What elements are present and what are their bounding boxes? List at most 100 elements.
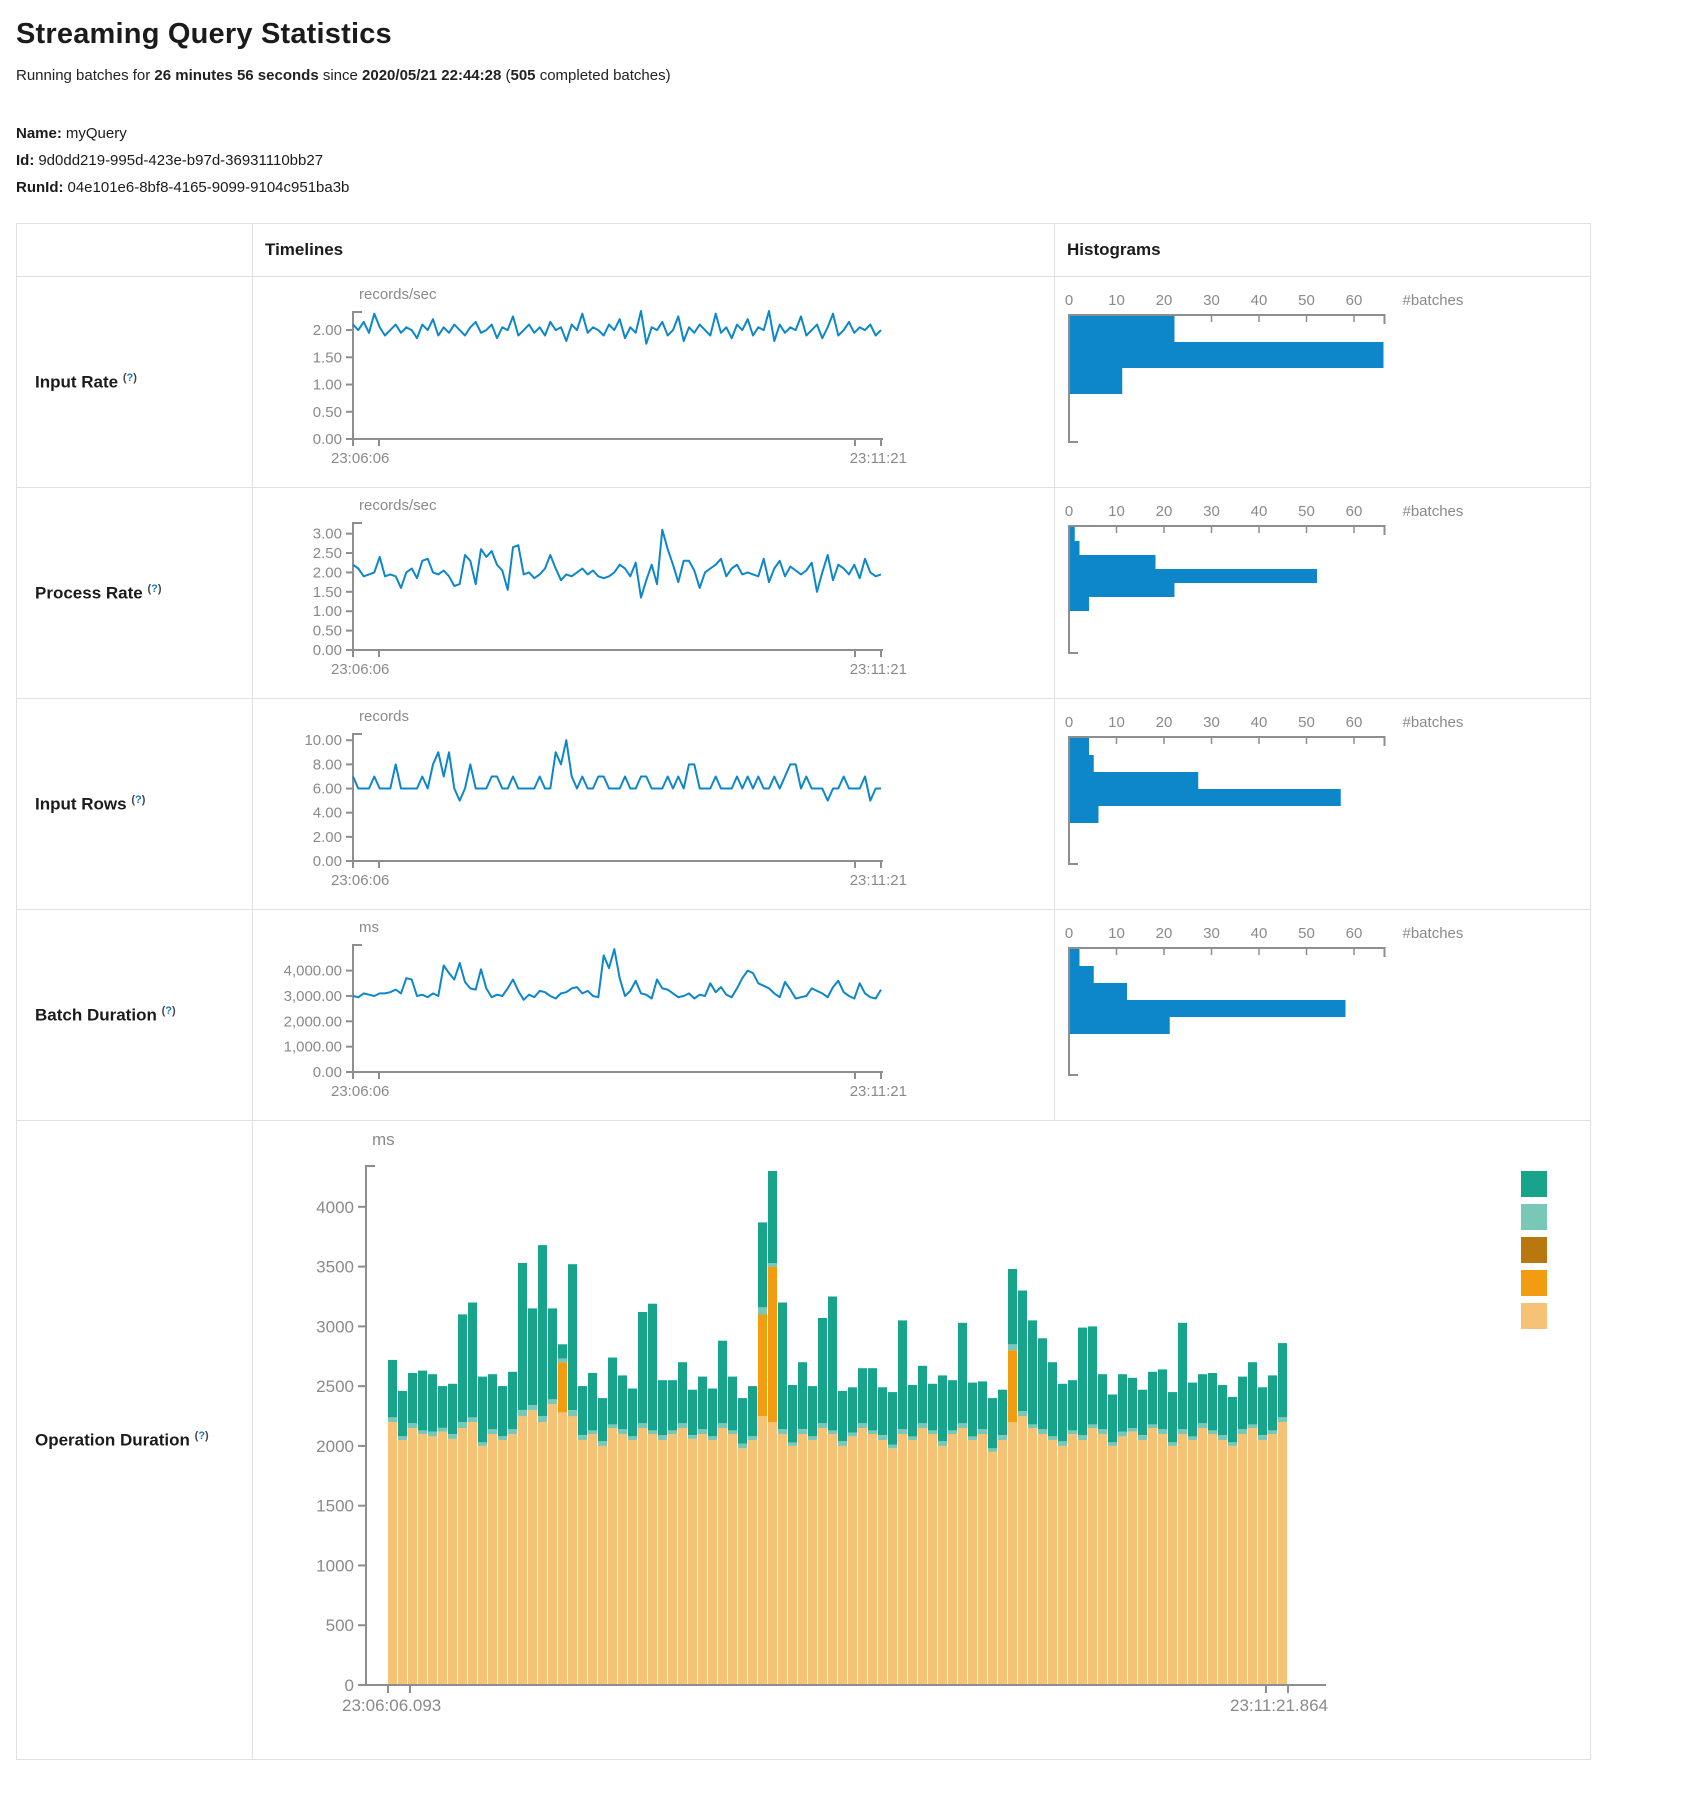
input-rate-timeline-chart: records/sec2.001.501.000.500.0023:06:062… [253,285,1054,477]
svg-text:4,000.00: 4,000.00 [284,963,342,980]
query-id-line: Id:9d0dd219-995d-423e-b97d-36931110bb27 [16,147,1677,174]
process-rate-timeline-chart: records/sec3.002.502.001.501.000.500.002… [253,496,1054,688]
summary-prefix: Running batches for [16,67,154,84]
svg-text:records: records [359,708,409,725]
svg-text:23:06:06.093: 23:06:06.093 [342,1696,441,1715]
svg-text:30: 30 [1203,292,1220,309]
empty-header-cell [17,224,253,277]
svg-text:1.00: 1.00 [313,603,342,620]
svg-text:2.50: 2.50 [313,545,342,562]
svg-text:0: 0 [345,1676,354,1695]
svg-text:#batches: #batches [1403,925,1464,942]
svg-text:60: 60 [1346,503,1363,520]
svg-text:23:11:21: 23:11:21 [850,1083,907,1100]
input-rows-histogram-chart: 0102030405060#batches [1055,707,1590,899]
svg-text:500: 500 [326,1616,354,1635]
svg-text:2.00: 2.00 [313,564,342,581]
svg-text:23:06:06: 23:06:06 [331,872,389,889]
svg-text:records/sec: records/sec [359,286,437,303]
input-rate-help-icon[interactable]: (?) [123,372,137,384]
page-title: Streaming Query Statistics [16,18,1677,51]
statistics-table: Timelines Histograms Input Rate (?) reco… [16,223,1591,1760]
svg-text:10: 10 [1108,503,1125,520]
svg-text:23:06:06: 23:06:06 [331,1083,389,1100]
svg-text:40: 40 [1251,292,1268,309]
svg-text:20: 20 [1156,714,1173,731]
svg-text:50: 50 [1298,714,1315,731]
input-rate-histogram-chart: 0102030405060#batches [1055,285,1590,477]
process-rate-histogram-cell: 0102030405060#batches [1055,488,1591,699]
input-rate-label-cell: Input Rate (?) [17,277,253,488]
svg-text:3.00: 3.00 [313,526,342,543]
input-rate-timeline-cell: records/sec2.001.501.000.500.0023:06:062… [253,277,1055,488]
svg-text:1.50: 1.50 [313,349,342,366]
svg-text:30: 30 [1203,503,1220,520]
operation-duration-help-icon[interactable]: (?) [195,1430,209,1442]
svg-text:0.50: 0.50 [313,404,342,421]
svg-text:40: 40 [1251,503,1268,520]
svg-text:10: 10 [1108,292,1125,309]
svg-text:60: 60 [1346,292,1363,309]
svg-text:23:11:21: 23:11:21 [850,872,907,889]
svg-text:4.00: 4.00 [313,805,342,822]
svg-text:#batches: #batches [1403,714,1464,731]
svg-text:23:11:21: 23:11:21 [850,661,907,678]
svg-text:3000: 3000 [316,1317,354,1336]
svg-text:ms: ms [372,1130,395,1149]
svg-text:20: 20 [1156,925,1173,942]
operation-duration-label-cell: Operation Duration (?) [17,1121,253,1760]
operation-duration-row: Operation Duration (?) ms400035003000250… [17,1121,1591,1760]
process-rate-histogram-chart: 0102030405060#batches [1055,496,1590,688]
summary-middle: since [319,67,362,84]
svg-text:50: 50 [1298,503,1315,520]
batch-duration-row: Batch Duration (?) ms4,000.003,000.002,0… [17,910,1591,1121]
query-name-label: Name: [16,125,62,142]
summary-batch-count: 505 [511,67,536,84]
input-rows-histogram-cell: 0102030405060#batches [1055,699,1591,910]
input-rate-label: Input Rate [35,372,118,391]
batch-duration-help-icon[interactable]: (?) [162,1005,176,1017]
svg-text:0.50: 0.50 [313,623,342,640]
svg-text:40: 40 [1251,925,1268,942]
svg-text:30: 30 [1203,925,1220,942]
running-batches-summary: Running batches for 26 minutes 56 second… [16,67,1677,84]
operation-duration-chart-cell: ms4000350030002500200015001000500023:06:… [253,1121,1591,1760]
query-metadata: Name:myQuery Id:9d0dd219-995d-423e-b97d-… [16,120,1677,201]
svg-text:23:06:06: 23:06:06 [331,661,389,678]
svg-text:60: 60 [1346,714,1363,731]
process-rate-label: Process Rate [35,583,143,602]
input-rate-histogram-cell: 0102030405060#batches [1055,277,1591,488]
query-runid-label: RunId: [16,179,63,196]
col-header-timelines: Timelines [253,224,1055,277]
svg-text:4000: 4000 [316,1198,354,1217]
summary-duration: 26 minutes 56 seconds [154,67,318,84]
svg-text:20: 20 [1156,292,1173,309]
svg-text:1000: 1000 [316,1556,354,1575]
svg-text:20: 20 [1156,503,1173,520]
input-rows-label: Input Rows [35,794,127,813]
summary-suffix: completed batches) [536,67,671,84]
svg-text:23:06:06: 23:06:06 [331,450,389,467]
svg-text:1,000.00: 1,000.00 [284,1039,342,1056]
svg-text:30: 30 [1203,714,1220,731]
input-rows-help-icon[interactable]: (?) [131,794,145,806]
col-header-histograms: Histograms [1055,224,1591,277]
svg-text:2.00: 2.00 [313,829,342,846]
svg-text:0: 0 [1065,292,1073,309]
process-rate-label-cell: Process Rate (?) [17,488,253,699]
process-rate-row: Process Rate (?) records/sec3.002.502.00… [17,488,1591,699]
table-header-row: Timelines Histograms [17,224,1591,277]
batch-duration-label-cell: Batch Duration (?) [17,910,253,1121]
query-name-value: myQuery [66,125,127,142]
svg-text:1500: 1500 [316,1497,354,1516]
svg-text:2500: 2500 [316,1377,354,1396]
process-rate-help-icon[interactable]: (?) [147,583,161,595]
page: Streaming Query Statistics Running batch… [0,0,1693,1772]
input-rows-timeline-chart: records10.008.006.004.002.000.0023:06:06… [253,707,1054,899]
svg-text:0.00: 0.00 [313,853,342,870]
batch-duration-timeline-cell: ms4,000.003,000.002,000.001,000.000.0023… [253,910,1055,1121]
svg-text:50: 50 [1298,292,1315,309]
svg-text:0.00: 0.00 [313,642,342,659]
query-name-line: Name:myQuery [16,120,1677,147]
summary-start-time: 2020/05/21 22:44:28 [362,67,501,84]
